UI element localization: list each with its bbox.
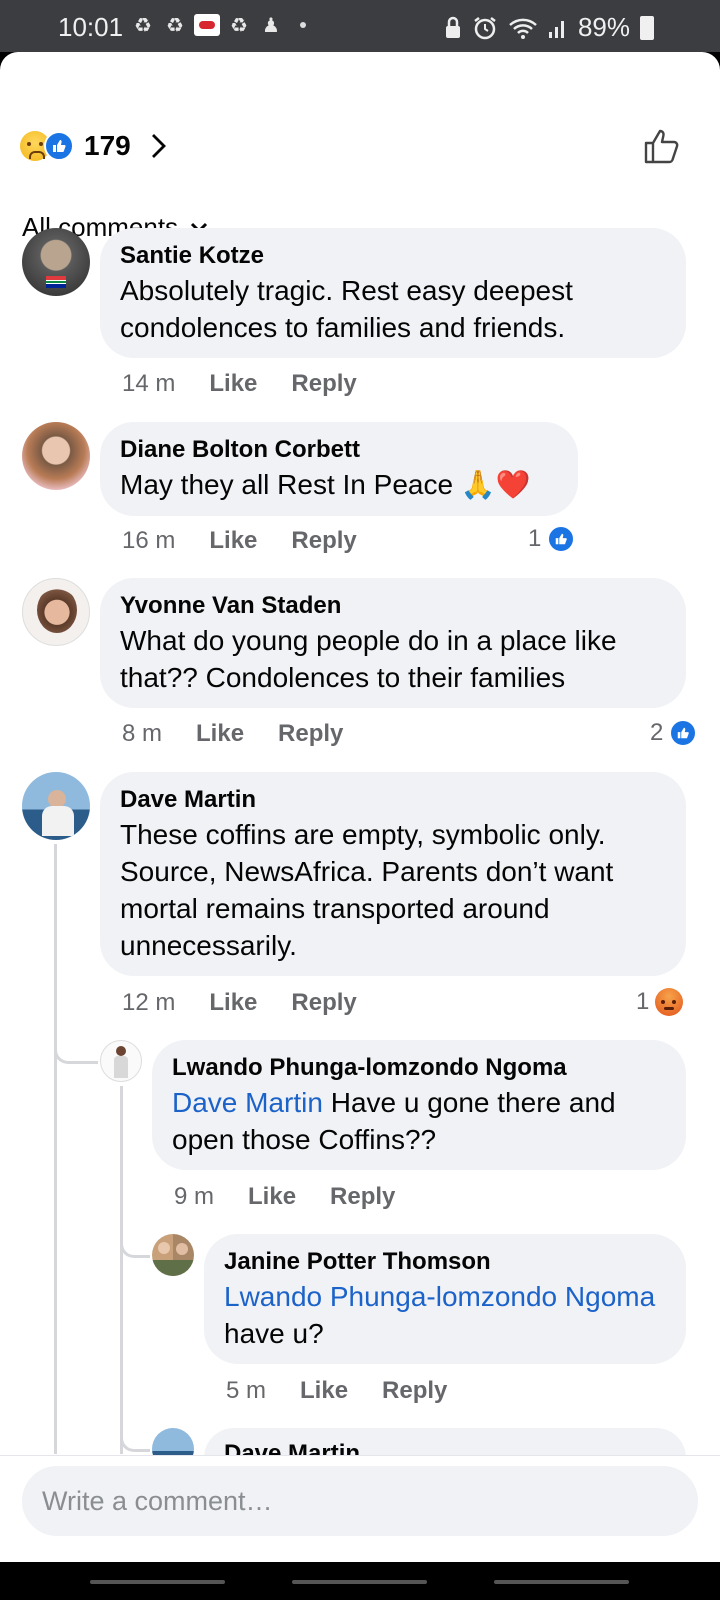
like-button[interactable]: Like — [300, 1377, 348, 1405]
reaction-count: 179 — [84, 130, 131, 161]
comments-sheet: 179 All comments Santie Kotze Absolutely… — [0, 52, 720, 1562]
reply-button[interactable]: Reply — [291, 989, 356, 1017]
comment-actions: 5 m Like Reply — [226, 1377, 447, 1405]
flag-icon — [46, 276, 66, 288]
reply-button[interactable]: Reply — [330, 1183, 395, 1211]
like-button[interactable]: Like — [209, 370, 257, 398]
reply-button[interactable]: Reply — [291, 527, 356, 555]
reaction-summary[interactable]: 179 — [20, 130, 169, 162]
reply-button[interactable]: Reply — [291, 370, 356, 398]
comment-bubble[interactable]: Diane Bolton Corbett May they all Rest I… — [100, 422, 578, 516]
thread-elbow — [54, 1044, 98, 1064]
comment-text: May they all Rest In Peace 🙏❤️ — [120, 469, 531, 500]
comment-author[interactable]: Lwando Phunga-lomzondo Ngoma — [172, 1052, 666, 1084]
battery-icon — [640, 15, 654, 40]
comment-time[interactable]: 5 m — [226, 1377, 266, 1405]
comment-time[interactable]: 12 m — [122, 989, 175, 1017]
reaction-count: 1 — [636, 988, 650, 1015]
composer-bar: Write a comment… — [0, 1455, 720, 1562]
thread-line — [120, 1086, 123, 1454]
comment-actions: 8 m Like Reply — [122, 720, 343, 748]
comment-text: What do young people do in a place like … — [120, 625, 617, 693]
comment-reaction-count[interactable]: 1 — [636, 988, 684, 1016]
person-icon: ♟ — [262, 14, 280, 37]
thread-elbow — [120, 1238, 150, 1258]
sync-icon: ♻ — [166, 14, 184, 37]
thread-elbow — [120, 1432, 150, 1452]
mention-link[interactable]: Lwando Phunga-lomzondo Ngoma — [224, 1281, 655, 1312]
comment-bubble[interactable]: Dave Martin These coffins are empty, sym… — [100, 772, 686, 976]
wifi-icon — [509, 18, 537, 39]
avatar[interactable] — [100, 1040, 142, 1082]
comment-bubble[interactable]: Santie Kotze Absolutely tragic. Rest eas… — [100, 228, 686, 358]
avatar[interactable] — [22, 578, 90, 646]
thread-line — [54, 844, 57, 1454]
like-reaction-icon — [547, 525, 576, 553]
app-badge-icon — [194, 14, 220, 36]
comment-bubble[interactable]: Lwando Phunga-lomzondo Ngoma Dave Martin… — [152, 1040, 686, 1170]
reaction-count: 1 — [528, 525, 542, 552]
status-bar: 10:01 ♻ ♻ ♻ ♟ 89% — [0, 0, 720, 52]
comment-author[interactable]: Santie Kotze — [120, 240, 666, 272]
dot-icon — [300, 22, 306, 28]
home-button[interactable] — [292, 1580, 427, 1584]
like-button[interactable]: Like — [248, 1183, 296, 1211]
battery-percent: 89% — [577, 12, 630, 42]
mention-link[interactable]: Dave Martin — [172, 1087, 323, 1118]
comment-author[interactable]: Yvonne Van Staden — [120, 590, 666, 622]
comment-text: Dave Martin Have u gone there and open t… — [172, 1087, 616, 1155]
system-nav-bar — [0, 1562, 720, 1600]
comment-time[interactable]: 8 m — [122, 720, 162, 748]
comment-actions: 16 m Like Reply — [122, 527, 357, 555]
comment-text: Absolutely tragic. Rest easy deepest con… — [120, 275, 573, 343]
comment-bubble[interactable]: Janine Potter Thomson Lwando Phunga-lomz… — [204, 1234, 686, 1364]
avatar[interactable] — [22, 228, 90, 296]
lock-icon — [445, 16, 460, 38]
comment-time[interactable]: 9 m — [174, 1183, 214, 1211]
like-button[interactable]: Like — [209, 989, 257, 1017]
comment-actions: 12 m Like Reply — [122, 989, 357, 1017]
reply-button[interactable]: Reply — [382, 1377, 447, 1405]
comment-time[interactable]: 14 m — [122, 370, 175, 398]
reaction-count: 2 — [650, 719, 664, 746]
comment-author[interactable]: Janine Potter Thomson — [224, 1246, 666, 1278]
avatar[interactable] — [152, 1234, 194, 1276]
alarm-icon — [474, 16, 496, 39]
comment-time[interactable]: 16 m — [122, 527, 175, 555]
comment-actions: 14 m Like Reply — [122, 370, 357, 398]
like-reaction-icon — [669, 719, 698, 747]
sync-icon: ♻ — [230, 14, 248, 37]
comment-input[interactable]: Write a comment… — [22, 1466, 698, 1536]
notification-icons: ♻ ♻ ♻ ♟ — [130, 12, 306, 38]
status-time: 10:01 — [58, 12, 124, 42]
avatar[interactable] — [22, 772, 90, 840]
comment-text: Lwando Phunga-lomzondo Ngoma have u? — [224, 1281, 656, 1349]
comment-actions: 9 m Like Reply — [174, 1183, 395, 1211]
like-outline-icon[interactable] — [642, 126, 682, 166]
comment-author[interactable]: Dave Martin — [120, 784, 666, 816]
like-reaction-icon — [44, 131, 74, 161]
back-button[interactable] — [494, 1580, 629, 1584]
comment-text: These coffins are empty, symbolic only. … — [120, 819, 614, 961]
comment-bubble[interactable]: Yvonne Van Staden What do young people d… — [100, 578, 686, 708]
system-icons: 89% — [444, 12, 654, 43]
avatar[interactable] — [22, 422, 90, 490]
sync-icon: ♻ — [134, 14, 152, 37]
reply-button[interactable]: Reply — [278, 720, 343, 748]
recents-button[interactable] — [90, 1580, 225, 1584]
comment-reaction-count[interactable]: 1 — [528, 525, 576, 553]
signal-icon — [548, 20, 564, 38]
comment-author[interactable]: Diane Bolton Corbett — [120, 434, 558, 466]
like-button[interactable]: Like — [209, 527, 257, 555]
angry-reaction-icon — [655, 988, 684, 1016]
like-button[interactable]: Like — [196, 720, 244, 748]
chevron-right-icon — [151, 134, 166, 158]
comment-reaction-count[interactable]: 2 — [650, 719, 698, 747]
